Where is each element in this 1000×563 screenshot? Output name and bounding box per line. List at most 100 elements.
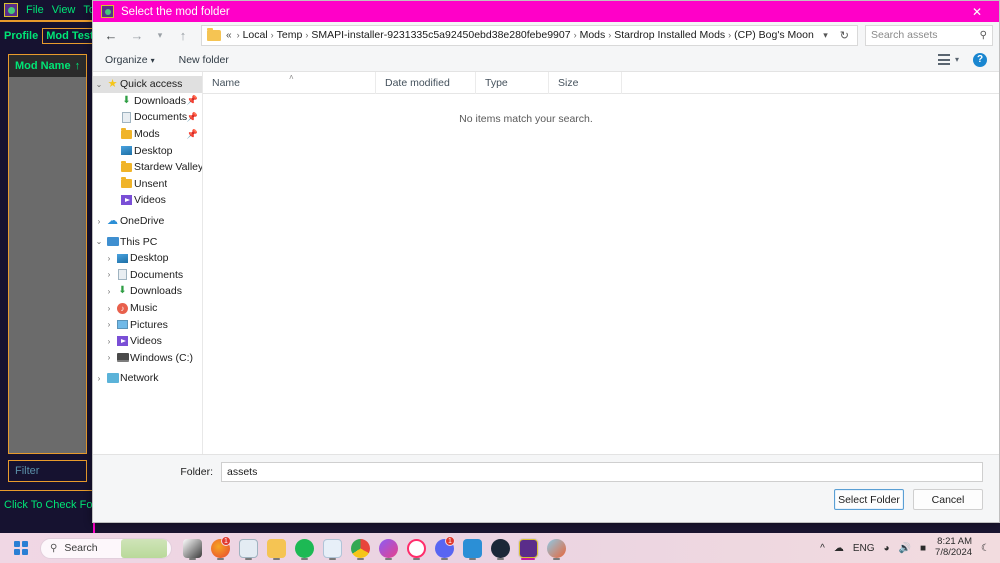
- calculator-icon[interactable]: [234, 533, 262, 563]
- outlook-icon[interactable]: [458, 533, 486, 563]
- photos-icon[interactable]: 1: [206, 533, 234, 563]
- sidebar-item-pc-videos[interactable]: › Videos: [93, 333, 202, 350]
- windows-start-icon[interactable]: [10, 537, 32, 559]
- breadcrumb-item-local[interactable]: Local: [243, 29, 268, 41]
- profile-selector[interactable]: Mod Testing: [42, 28, 93, 44]
- column-header-date-modified[interactable]: Date modified: [375, 71, 475, 94]
- close-icon[interactable]: ✕: [955, 1, 999, 22]
- sidebar-item-unsent[interactable]: Unsent: [93, 176, 202, 193]
- navigation-sidebar[interactable]: ⌄ ★ Quick access ⬇ Downloads 📌 Documents…: [93, 72, 203, 454]
- steam-icon[interactable]: [486, 533, 514, 563]
- file-explorer-icon[interactable]: [178, 533, 206, 563]
- wifi-icon[interactable]: ◕: [884, 543, 890, 554]
- chevron-right-icon[interactable]: ›: [103, 254, 115, 263]
- paint-icon[interactable]: [542, 533, 570, 563]
- language-indicator[interactable]: ENG: [853, 543, 875, 554]
- messenger-icon[interactable]: [374, 533, 402, 563]
- menu-file[interactable]: File: [26, 4, 44, 16]
- mod-list: Mod Name ↑: [8, 54, 87, 454]
- breadcrumb-item-stardrop-installed-mods[interactable]: Stardrop Installed Mods: [614, 29, 725, 41]
- sidebar-item-onedrive[interactable]: › ☁ OneDrive: [93, 213, 202, 230]
- sidebar-item-downloads[interactable]: ⬇ Downloads 📌: [93, 93, 202, 110]
- folder-icon[interactable]: [262, 533, 290, 563]
- chevron-right-icon[interactable]: ›: [93, 374, 105, 383]
- spotify-icon[interactable]: [290, 533, 318, 563]
- pin-icon[interactable]: 📌: [187, 112, 198, 123]
- refresh-icon[interactable]: ↻: [836, 29, 853, 42]
- sidebar-item-pc-desktop[interactable]: › Desktop: [93, 250, 202, 267]
- view-layout-button[interactable]: ▾: [937, 54, 959, 65]
- pin-icon[interactable]: 📌: [187, 129, 198, 140]
- mod-list-header[interactable]: Mod Name ↑: [9, 55, 86, 77]
- breadcrumb-item-temp[interactable]: Temp: [277, 29, 303, 41]
- taskbar-search-input[interactable]: ⚲ Search: [40, 537, 172, 559]
- sidebar-item-pc-documents[interactable]: › Documents: [93, 267, 202, 284]
- breadcrumb-item-mods[interactable]: Mods: [580, 29, 606, 41]
- select-folder-button[interactable]: Select Folder: [834, 489, 904, 510]
- check-for-updates-button[interactable]: Click To Check For M: [0, 490, 93, 517]
- stardrop-icon[interactable]: [514, 533, 542, 563]
- document-icon: [115, 269, 130, 281]
- battery-icon[interactable]: ■: [920, 543, 926, 554]
- sidebar-item-pc-pictures[interactable]: › Pictures: [93, 316, 202, 333]
- menu-view[interactable]: View: [52, 4, 76, 16]
- breadcrumb-item-smapi-installer[interactable]: SMAPI-installer-9231335c5a92450ebd38e280…: [311, 29, 570, 41]
- taskbar-left-group: ⚲ Search 1 1: [0, 533, 570, 563]
- chrome-icon[interactable]: [346, 533, 374, 563]
- search-input[interactable]: Search assets ⚲: [865, 24, 993, 46]
- organize-button[interactable]: Organize ▾: [105, 54, 155, 66]
- chevron-right-icon[interactable]: ›: [103, 270, 115, 279]
- sidebar-item-stardew-valley-expanded[interactable]: Stardew Valley Expa: [93, 159, 202, 176]
- chevron-down-icon: ▾: [954, 55, 959, 64]
- breadcrumb[interactable]: « › Local › Temp › SMAPI-installer-92313…: [201, 24, 858, 46]
- notepad-icon[interactable]: [318, 533, 346, 563]
- sidebar-item-pc-downloads[interactable]: › ⬇ Downloads: [93, 283, 202, 300]
- new-folder-button[interactable]: New folder: [179, 54, 229, 66]
- folder-name-input[interactable]: assets: [221, 462, 983, 482]
- breadcrumb-separator: ›: [270, 30, 274, 40]
- pin-icon[interactable]: 📌: [187, 95, 198, 106]
- sidebar-item-network[interactable]: › Network: [93, 370, 202, 387]
- sidebar-item-pc-music[interactable]: › ♪ Music: [93, 300, 202, 317]
- help-icon[interactable]: ?: [973, 52, 987, 67]
- arrow-right-icon[interactable]: →: [125, 24, 149, 46]
- sidebar-item-videos[interactable]: Videos: [93, 192, 202, 209]
- chevron-up-icon[interactable]: ^: [820, 543, 825, 554]
- filter-input[interactable]: Filter: [8, 460, 87, 482]
- chevron-down-icon[interactable]: ▾: [151, 24, 169, 46]
- sidebar-item-this-pc[interactable]: ⌄ This PC: [93, 233, 202, 250]
- column-header-name[interactable]: Name ˄: [203, 72, 375, 94]
- breadcrumb-overflow[interactable]: «: [226, 30, 232, 41]
- sidebar-label: Downloads: [134, 94, 186, 107]
- sidebar-item-windows-c-drive[interactable]: › Windows (C:): [93, 350, 202, 367]
- cloud-icon[interactable]: ☁: [834, 543, 844, 554]
- cancel-button[interactable]: Cancel: [913, 489, 983, 510]
- view-layout-icon: [937, 54, 950, 65]
- chevron-down-icon[interactable]: ⌄: [93, 80, 105, 89]
- opera-icon[interactable]: [402, 533, 430, 563]
- column-header-type[interactable]: Type: [475, 71, 548, 94]
- volume-icon[interactable]: 🔊: [899, 543, 911, 554]
- column-header-size[interactable]: Size: [548, 71, 621, 94]
- chevron-right-icon[interactable]: ›: [103, 337, 115, 346]
- chevron-right-icon[interactable]: ›: [103, 320, 115, 329]
- chevron-right-icon[interactable]: ›: [103, 287, 115, 296]
- dialog-title: Select the mod folder: [121, 5, 230, 18]
- chevron-right-icon[interactable]: ›: [103, 304, 115, 313]
- sidebar-item-desktop[interactable]: Desktop: [93, 142, 202, 159]
- breadcrumb-item-moon-gate-obelisks[interactable]: (CP) Bog's Moon Gate Obelisks: [734, 29, 817, 41]
- folder-icon: [119, 177, 134, 189]
- chevron-down-icon[interactable]: ▾: [817, 30, 834, 41]
- sidebar-item-mods[interactable]: Mods 📌: [93, 126, 202, 143]
- clock[interactable]: 8:21 AM 7/8/2024: [935, 536, 972, 559]
- chevron-right-icon[interactable]: ›: [103, 353, 115, 362]
- sidebar-item-quick-access[interactable]: ⌄ ★ Quick access: [93, 76, 202, 93]
- file-list-pane[interactable]: Name ˄ Date modified Type Size No items …: [203, 71, 999, 454]
- chevron-down-icon[interactable]: ⌄: [93, 237, 105, 246]
- discord-icon[interactable]: 1: [430, 533, 458, 563]
- moon-icon[interactable]: ☾: [981, 543, 990, 554]
- arrow-up-icon[interactable]: ↑: [171, 24, 195, 46]
- chevron-right-icon[interactable]: ›: [93, 217, 105, 226]
- arrow-left-icon[interactable]: ←: [99, 24, 123, 46]
- sidebar-item-documents[interactable]: Documents 📌: [93, 109, 202, 126]
